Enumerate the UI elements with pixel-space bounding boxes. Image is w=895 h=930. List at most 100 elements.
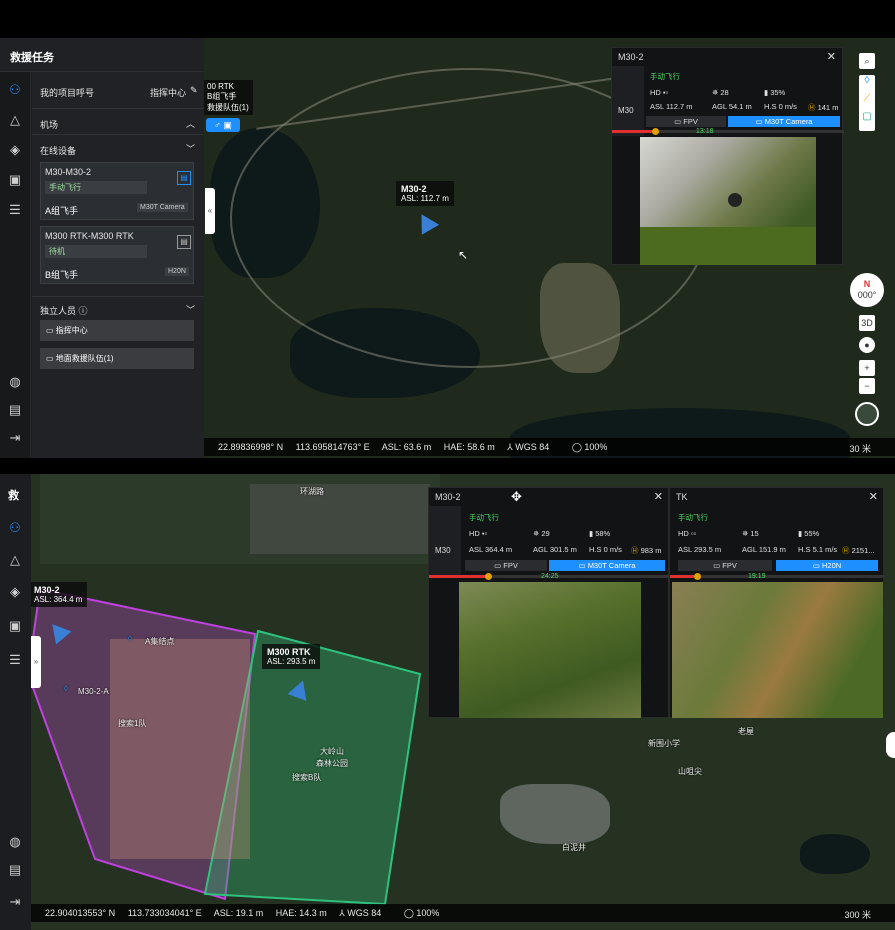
device-card[interactable]: M300 RTK-M300 RTK 待机 B组飞手 H20N ▤ [40, 226, 194, 284]
layers-icon[interactable]: ◈ [7, 584, 23, 600]
polygon-icon[interactable]: ▢ [859, 111, 875, 129]
drone-video-popup[interactable]: TK ✕ 手动飞行 HD ▫▫ ✵ 15 ▮ 55% ASL 293.5 m A… [669, 487, 885, 718]
flight-time: 13:18 [696, 128, 714, 135]
user-marker-icon[interactable]: ♂ ▣ [206, 118, 240, 132]
section-people[interactable]: 独立人员 ⓘ [40, 304, 88, 317]
zoom-out-button[interactable]: − [859, 378, 875, 394]
zoom-in-button[interactable]: + [859, 360, 875, 376]
flight-mode: 手动飞行 [678, 513, 708, 522]
pin-icon[interactable]: ◊ [64, 684, 68, 693]
layers-icon[interactable]: ◈ [7, 142, 23, 158]
video-feed-icon[interactable]: ▤ [177, 171, 191, 185]
team-icon[interactable]: ⚇ [7, 82, 23, 98]
popup-title: M30-2 [435, 492, 461, 502]
status-bar: 22.89836998° N 113.695814763° E ASL: 63.… [204, 438, 895, 456]
altitude-asl: ASL: 63.6 m [381, 442, 432, 452]
logout-icon[interactable]: ⇥ [7, 894, 23, 910]
route-icon[interactable]: ☰ [7, 652, 23, 668]
battery: ▮ 58% [589, 529, 611, 538]
warning-icon[interactable]: △ [7, 112, 23, 128]
zoom-percent: ◯ 100% [571, 442, 608, 452]
satellites: ✵ 29 [533, 529, 550, 538]
flight-mode: 手动飞行 [469, 513, 499, 522]
drone-label-m30: M30-2 ASL: 112.7 m [396, 181, 454, 206]
payload-badge: M30T Camera [137, 203, 188, 212]
view-3d-button[interactable]: 3D [859, 315, 875, 331]
basemap-switch-icon[interactable] [855, 402, 879, 426]
tab-fpv[interactable]: ▭ FPV [678, 560, 772, 571]
altitude-asl: ASL: 19.1 m [213, 908, 264, 918]
vegetation [640, 227, 816, 265]
altitude-hae: HAE: 14.3 m [275, 908, 327, 918]
popup-title: TK [676, 492, 688, 502]
report-icon[interactable]: ▤ [7, 862, 23, 878]
layers-icon[interactable]: ● [859, 337, 875, 353]
video-feed-icon[interactable]: ▤ [177, 235, 191, 249]
route-icon[interactable]: ☰ [7, 202, 23, 218]
progress-handle[interactable] [485, 573, 492, 580]
signal: HD ▪▫ [650, 88, 669, 97]
map-label: 搜索B队 [292, 773, 322, 782]
close-icon[interactable]: ✕ [654, 490, 663, 503]
chevron-down-icon[interactable]: ﹀ [186, 142, 195, 155]
close-icon[interactable]: ✕ [869, 490, 878, 503]
signal: HD ▫▫ [678, 529, 697, 538]
globe-icon[interactable]: ◍ [7, 834, 23, 850]
distance: Ⓗ 141 m [808, 103, 839, 112]
drone-video-popup[interactable]: M30-2 ✕ M30 手动飞行 HD ▪▫ ✵ 28 ▮ 35% ASL 11… [611, 47, 844, 265]
scale-label: 30 米 [849, 444, 871, 454]
logout-icon[interactable]: ⇥ [7, 430, 23, 446]
media-icon[interactable]: ▣ [7, 172, 23, 188]
command-center-link[interactable]: 指挥中心 [150, 86, 186, 99]
distance: Ⓗ 983 m [631, 546, 662, 555]
tab-camera[interactable]: ▭ M30T Camera [728, 116, 840, 127]
section-online-devices[interactable]: 在线设备 [40, 144, 76, 157]
screen: M30-2 ASL: 112.7 m 00 RTK B组飞手 救援队伍(1) ♂ … [0, 0, 895, 930]
device-name: M300 RTK-M300 RTK [45, 231, 134, 241]
chevron-down-icon[interactable]: ﹀ [186, 303, 195, 316]
progress-handle[interactable] [652, 128, 659, 135]
search-icon[interactable]: ⌕ [859, 53, 875, 69]
globe-icon[interactable]: ◍ [7, 374, 23, 390]
map-label: A集结点 [145, 637, 175, 646]
section-airport[interactable]: 机场 [40, 118, 58, 131]
popup-header: M30-2 ✕ [612, 48, 842, 66]
tab-camera[interactable]: ▭ M30T Camera [549, 560, 665, 571]
move-icon[interactable]: ✥ [511, 489, 522, 505]
device-status: 待机 [45, 245, 147, 258]
flight-mode: 手动飞行 [650, 72, 680, 81]
pin-icon[interactable]: ◊ [859, 75, 875, 93]
line-icon[interactable]: ⟋ [859, 93, 875, 111]
drone-label-m30: M30-2 ASL: 364.4 m [29, 582, 88, 607]
divider [32, 296, 204, 297]
map-label: M30-2-A [78, 687, 109, 696]
drone-video-popup[interactable]: M30-2 ✥ ✕ M30 手动飞行 HD ▪▫ ✵ 29 ▮ 58% ASL … [428, 487, 670, 718]
chevron-up-icon[interactable]: ︿ [186, 117, 195, 130]
tab-camera[interactable]: ▭ H20N [776, 560, 878, 571]
progress-handle[interactable] [694, 573, 701, 580]
map-label: 大岭山 [320, 747, 344, 756]
close-icon[interactable]: ✕ [827, 50, 836, 63]
sidebar-title: 救 [8, 490, 19, 502]
device-thumb: M30 [429, 506, 461, 576]
expand-sidebar-button[interactable]: » [31, 636, 41, 688]
map-label: 森林公园 [316, 759, 348, 768]
compass-icon[interactable]: N 000° [850, 273, 884, 307]
divider [32, 134, 204, 135]
tab-fpv[interactable]: ▭ FPV [646, 116, 726, 127]
side-handle[interactable] [886, 732, 895, 758]
device-card[interactable]: M30-M30-2 手动飞行 A组飞手 M30T Camera ▤ [40, 162, 194, 220]
pin-icon[interactable]: ◊ [128, 634, 132, 643]
collapse-sidebar-button[interactable]: « [205, 188, 215, 234]
people-ground-team[interactable]: ▭ 地面救援队伍(1) [40, 348, 194, 369]
tab-fpv[interactable]: ▭ FPV [465, 560, 547, 571]
warning-icon[interactable]: △ [7, 552, 23, 568]
team-icon[interactable]: ⚇ [7, 520, 23, 536]
hspeed: H.S 5.1 m/s [798, 545, 838, 554]
report-icon[interactable]: ▤ [7, 402, 23, 418]
edit-icon[interactable]: ✎ [190, 85, 198, 96]
media-icon[interactable]: ▣ [7, 618, 23, 634]
people-command-center[interactable]: ▭ 指挥中心 [40, 320, 194, 341]
longitude: 113.733034041° E [127, 908, 202, 918]
latitude: 22.904013553° N [45, 908, 116, 918]
